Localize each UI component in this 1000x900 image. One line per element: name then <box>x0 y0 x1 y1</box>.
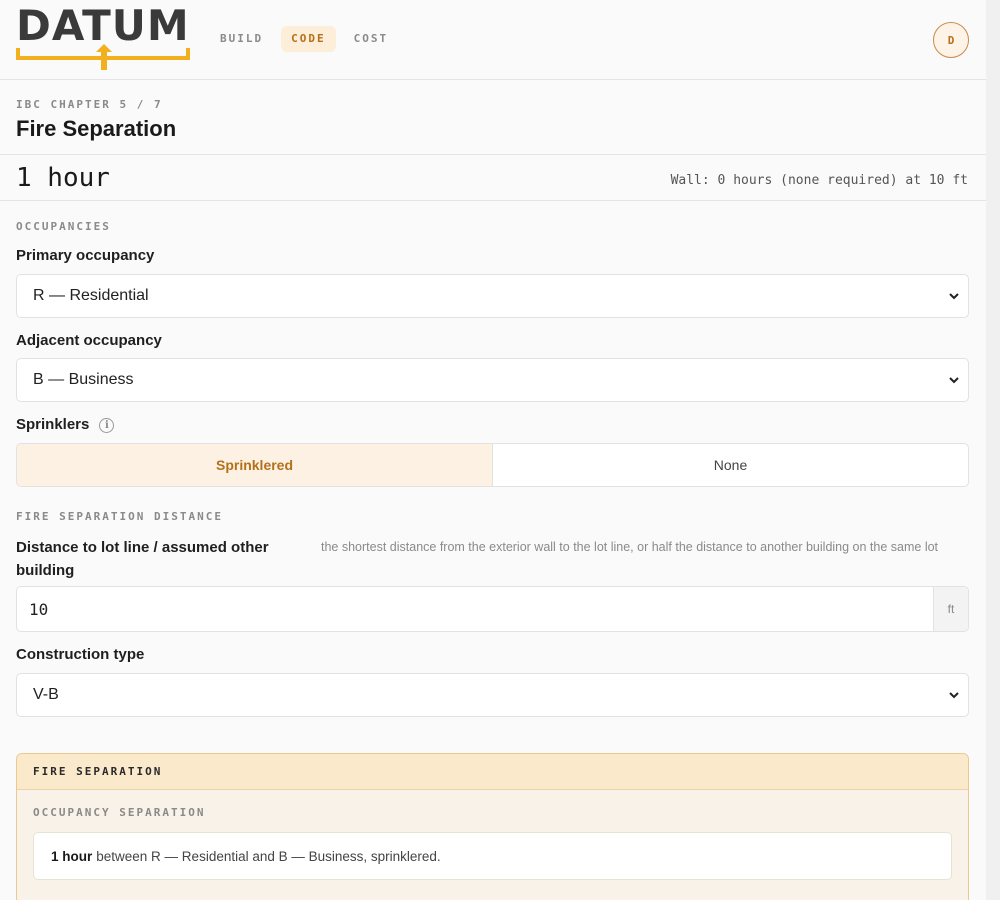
construction-type-value: V-B <box>33 686 59 703</box>
chevron-down-icon <box>949 692 959 699</box>
logo-arrow-icon <box>16 44 190 70</box>
sprinklers-label-row: Sprinklers i <box>16 416 115 433</box>
section-occupancies: OCCUPANCIES <box>16 220 111 233</box>
card-title: FIRE SEPARATION <box>33 765 163 778</box>
result-rating: 1 hour <box>16 163 110 193</box>
distance-hint: the shortest distance from the exterior … <box>321 540 939 554</box>
sprinklers-label: Sprinklers <box>16 416 90 433</box>
chevron-down-icon <box>949 293 959 300</box>
construction-type-label: Construction type <box>16 646 145 663</box>
summary-rating: 1 hour <box>51 848 93 864</box>
page-title: Fire Separation <box>16 116 177 141</box>
chevron-down-icon <box>949 377 959 384</box>
primary-occupancy-select[interactable]: R — Residential <box>16 274 969 318</box>
main-nav: BUILD CODE COST <box>210 26 398 52</box>
primary-occupancy-value: R — Residential <box>33 287 149 304</box>
distance-value[interactable]: 10 <box>17 587 933 631</box>
user-avatar[interactable]: D <box>933 22 969 58</box>
app-header: DATUM BUILD CODE COST D <box>0 0 986 80</box>
adjacent-occupancy-select[interactable]: B — Business <box>16 358 969 402</box>
distance-input[interactable]: 10 ft <box>16 586 969 632</box>
nav-code[interactable]: CODE <box>281 26 336 52</box>
distance-unit: ft <box>933 587 968 631</box>
divider <box>0 200 986 201</box>
sprinklered-option[interactable]: Sprinklered <box>17 444 493 486</box>
scrollbar[interactable] <box>986 0 1000 900</box>
section-fire-separation-distance: FIRE SEPARATION DISTANCE <box>16 510 223 523</box>
adjacent-occupancy-value: B — Business <box>33 371 134 388</box>
primary-occupancy-label: Primary occupancy <box>16 247 155 264</box>
breadcrumb: IBC CHAPTER 5 / 7 <box>16 98 163 111</box>
card-subtitle: OCCUPANCY SEPARATION <box>33 806 206 819</box>
nav-build[interactable]: BUILD <box>210 26 273 52</box>
nav-cost[interactable]: COST <box>344 26 399 52</box>
distance-label: Distance to lot line / assumed other bui… <box>16 539 269 579</box>
separation-summary: 1 hour between R — Residential and B — B… <box>33 832 952 880</box>
fire-separation-card: FIRE SEPARATION OCCUPANCY SEPARATION 1 h… <box>16 753 969 900</box>
datum-logo[interactable]: DATUM <box>16 1 192 72</box>
card-header: FIRE SEPARATION <box>17 754 968 790</box>
divider <box>0 154 986 155</box>
summary-text: between R — Residential and B — Business… <box>96 848 441 864</box>
wall-rating-note: Wall: 0 hours (none required) at 10 ft <box>670 173 968 188</box>
adjacent-occupancy-label: Adjacent occupancy <box>16 332 162 349</box>
info-icon[interactable]: i <box>99 417 115 433</box>
none-option[interactable]: None <box>493 444 968 486</box>
sprinkler-toggle: Sprinklered None <box>16 443 969 487</box>
construction-type-select[interactable]: V-B <box>16 673 969 717</box>
